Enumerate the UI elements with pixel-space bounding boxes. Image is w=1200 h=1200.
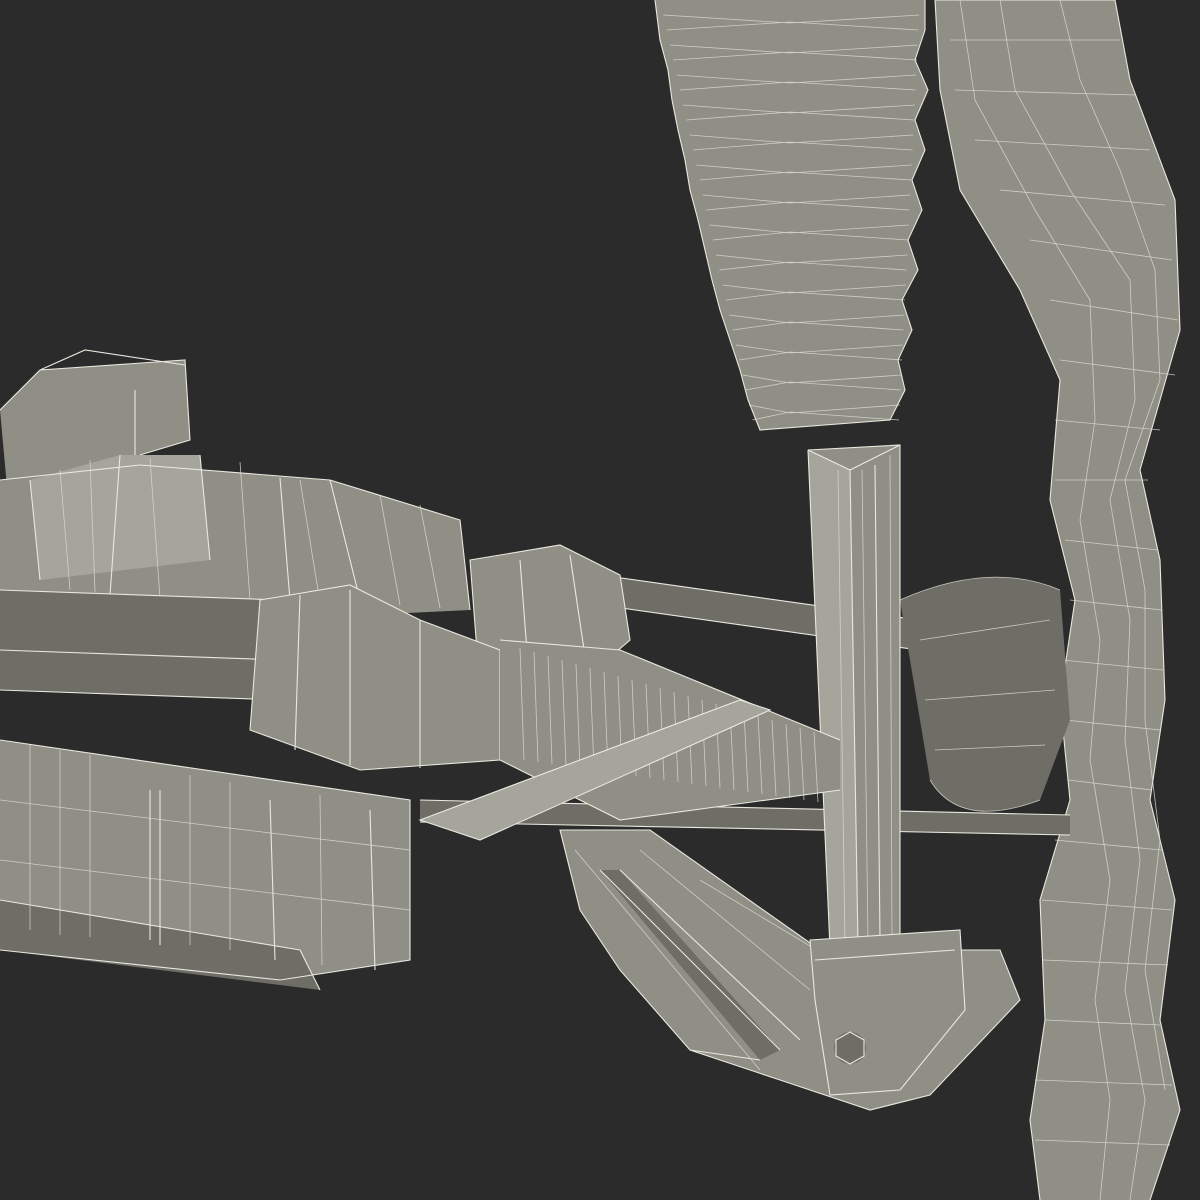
suspension-wireframe-render: [0, 0, 1200, 1200]
3d-viewport[interactable]: [0, 0, 1200, 1200]
